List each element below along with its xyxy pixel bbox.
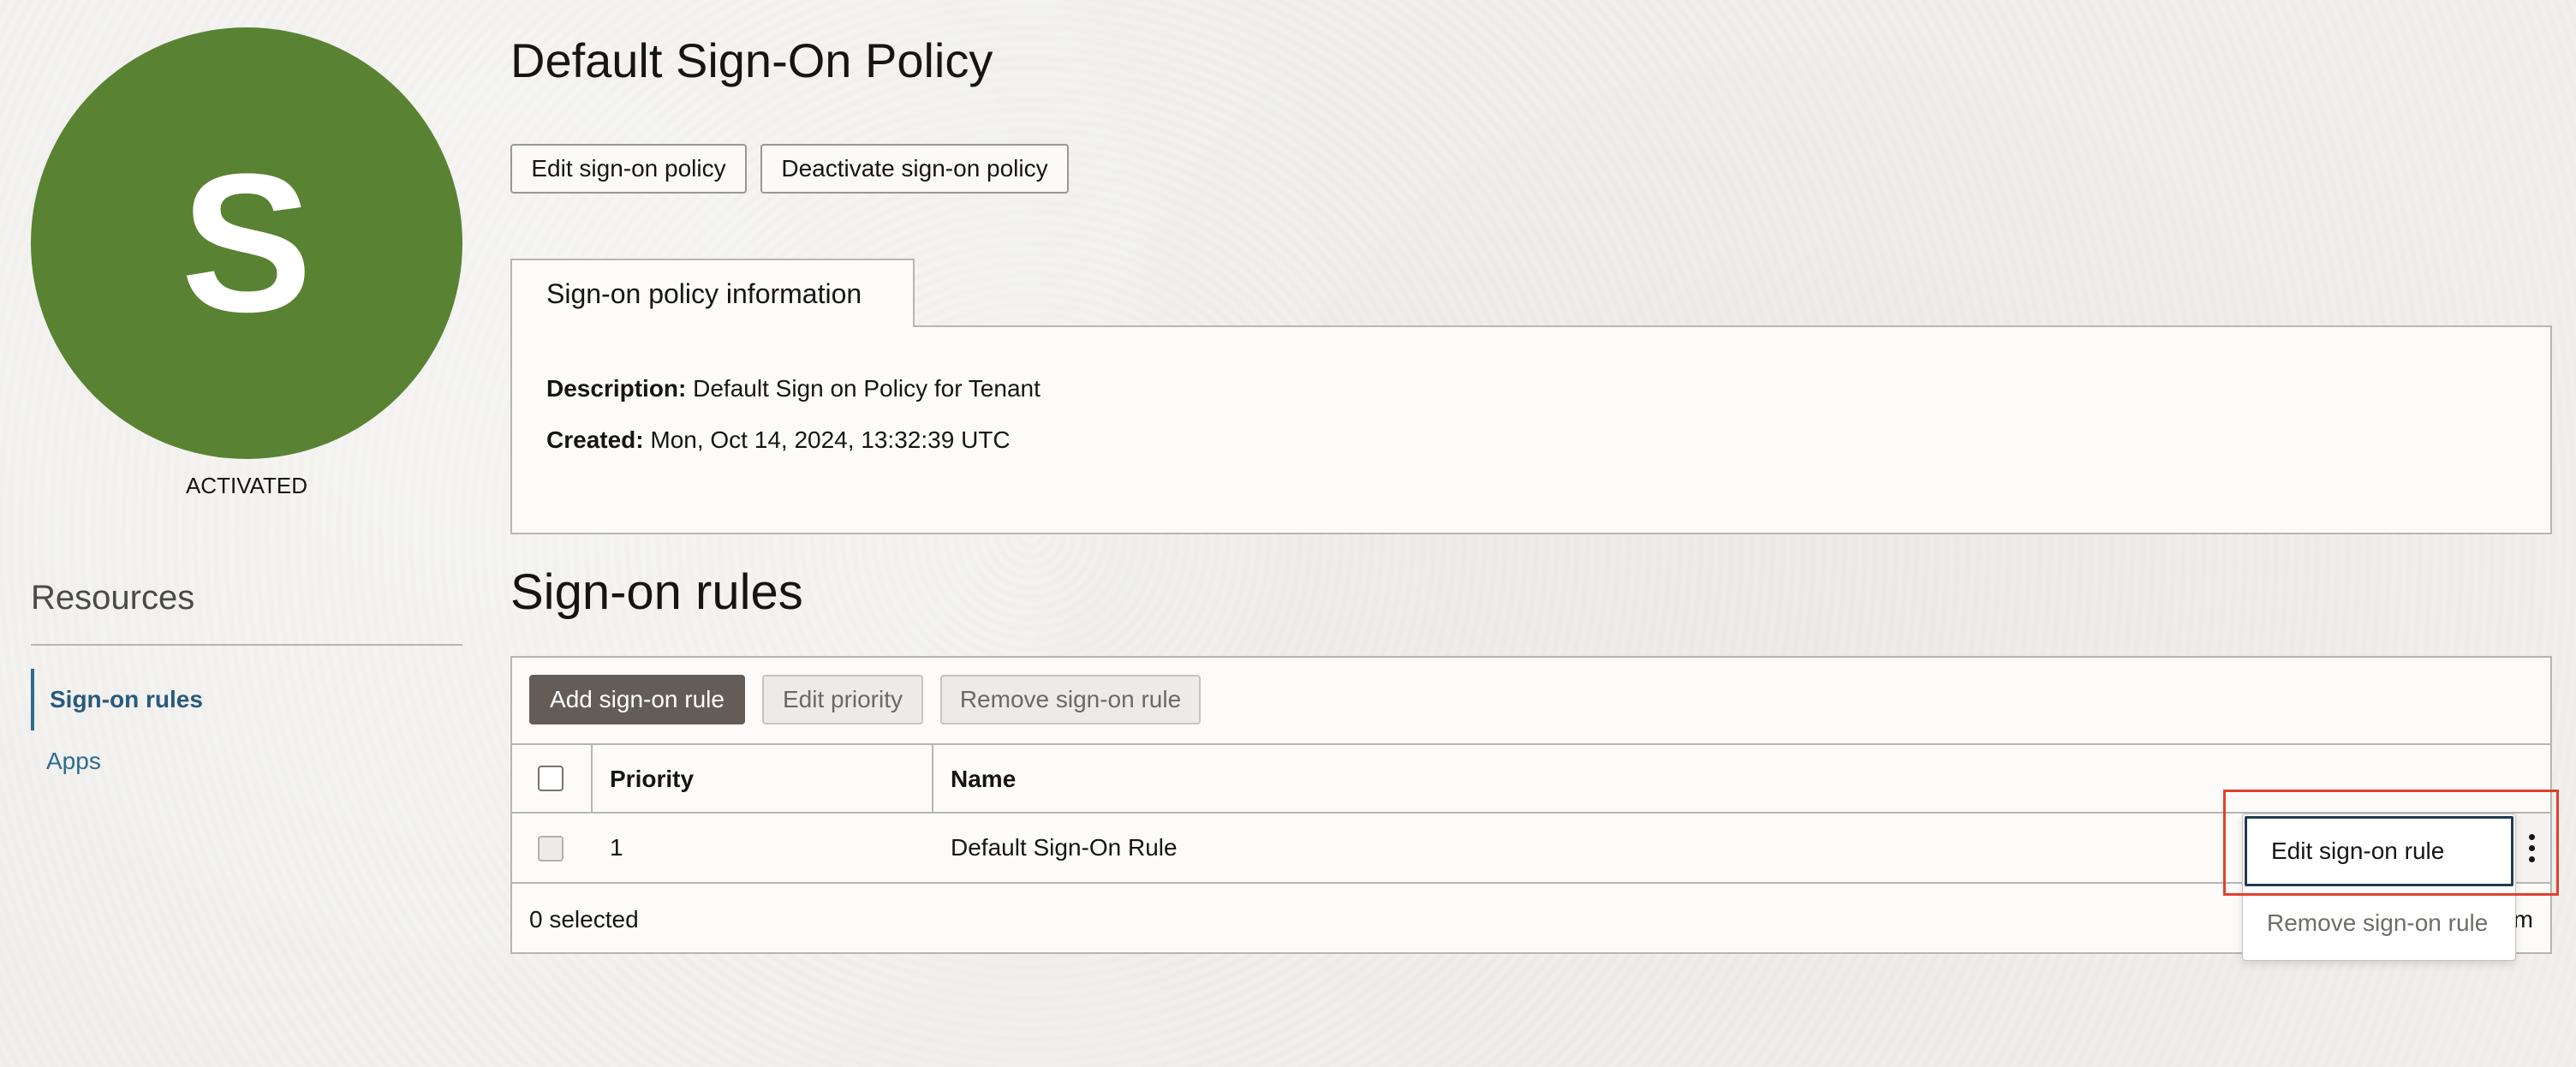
policy-info-panel: Description: Default Sign on Policy for … (510, 325, 2552, 534)
avatar: S (31, 27, 462, 459)
description-row: Description: Default Sign on Policy for … (546, 375, 1041, 402)
remove-sign-on-rule-button[interactable]: Remove sign-on rule (940, 675, 1201, 724)
pagination-text-fragment: m (2513, 906, 2533, 933)
add-sign-on-rule-button[interactable]: Add sign-on rule (529, 675, 745, 724)
remove-sign-on-rule-menu-item[interactable]: Remove sign-on rule (2243, 888, 2515, 958)
description-value: Default Sign on Policy for Tenant (693, 375, 1041, 402)
avatar-letter: S (181, 133, 313, 353)
column-divider (932, 745, 933, 812)
kebab-menu-icon[interactable] (2513, 814, 2550, 882)
kebab-dot (2528, 855, 2535, 862)
row-checkbox[interactable] (538, 836, 564, 861)
created-row: Created: Mon, Oct 14, 2024, 13:32:39 UTC (546, 426, 1011, 454)
section-title-sign-on-rules: Sign-on rules (510, 564, 803, 620)
sidebar-item-apps[interactable]: Apps (31, 730, 462, 792)
created-value: Mon, Oct 14, 2024, 13:32:39 UTC (650, 426, 1011, 453)
status-label: ACTIVATED (185, 473, 308, 498)
edit-sign-on-rule-menu-item[interactable]: Edit sign-on rule (2245, 816, 2513, 886)
description-label: Description: (546, 375, 687, 402)
page-title: Default Sign-On Policy (510, 33, 993, 87)
tab-sign-on-policy-information[interactable]: Sign-on policy information (510, 259, 915, 327)
column-divider (591, 745, 593, 812)
row-name: Default Sign-On Rule (951, 834, 1178, 861)
column-header-priority[interactable]: Priority (610, 745, 694, 814)
column-header-name[interactable]: Name (951, 745, 1016, 814)
resources-title: Resources (31, 579, 195, 617)
edit-priority-button[interactable]: Edit priority (762, 675, 923, 724)
deactivate-sign-on-policy-button[interactable]: Deactivate sign-on policy (760, 144, 1069, 194)
row-priority: 1 (610, 834, 623, 861)
sidebar-item-sign-on-rules[interactable]: Sign-on rules (31, 669, 462, 730)
edit-sign-on-policy-button[interactable]: Edit sign-on policy (510, 144, 747, 194)
select-all-checkbox[interactable] (538, 766, 564, 791)
selected-count: 0 selected (529, 906, 639, 933)
kebab-dot (2528, 833, 2535, 840)
created-label: Created: (546, 426, 644, 453)
row-actions-menu: Edit sign-on rule Remove sign-on rule (2242, 814, 2516, 961)
kebab-dot (2528, 844, 2535, 851)
resources-divider (31, 644, 462, 646)
table-header: Priority Name (512, 743, 2550, 814)
